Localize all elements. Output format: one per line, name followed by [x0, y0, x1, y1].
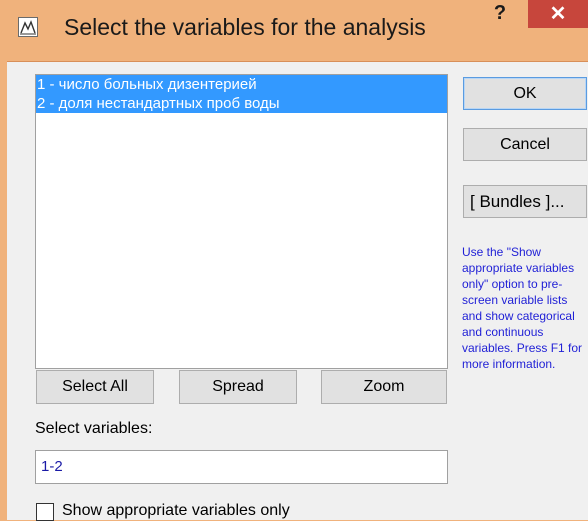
- select-variables-label: Select variables:: [35, 420, 153, 437]
- cancel-button[interactable]: Cancel: [463, 128, 587, 161]
- statistics-app-icon: [18, 17, 38, 37]
- close-button[interactable]: ✕: [528, 0, 588, 28]
- dialog-body: 1 - число больных дизентерией 2 - доля н…: [7, 61, 588, 521]
- select-all-button[interactable]: Select All: [36, 370, 154, 404]
- show-appropriate-label[interactable]: Show appropriate variables only: [62, 502, 290, 520]
- window-title: Select the variables for the analysis: [64, 14, 426, 40]
- spread-button[interactable]: Spread: [179, 370, 297, 404]
- list-item[interactable]: 1 - число больных дизентерией: [36, 75, 447, 94]
- select-variables-input[interactable]: 1-2: [35, 450, 448, 484]
- ok-button[interactable]: OK: [463, 77, 587, 110]
- show-appropriate-checkbox[interactable]: [36, 503, 54, 521]
- window-frame: [0, 61, 7, 520]
- help-button[interactable]: ?: [474, 0, 526, 28]
- variables-listbox[interactable]: 1 - число больных дизентерией 2 - доля н…: [35, 74, 448, 369]
- title-bar: Select the variables for the analysis ? …: [0, 0, 588, 61]
- bundles-button[interactable]: [ Bundles ]...: [463, 185, 587, 218]
- help-hint-text: Use the "Show appropriate variables only…: [462, 245, 583, 371]
- zoom-button[interactable]: Zoom: [321, 370, 447, 404]
- list-item[interactable]: 2 - доля нестандартных проб воды: [36, 94, 447, 113]
